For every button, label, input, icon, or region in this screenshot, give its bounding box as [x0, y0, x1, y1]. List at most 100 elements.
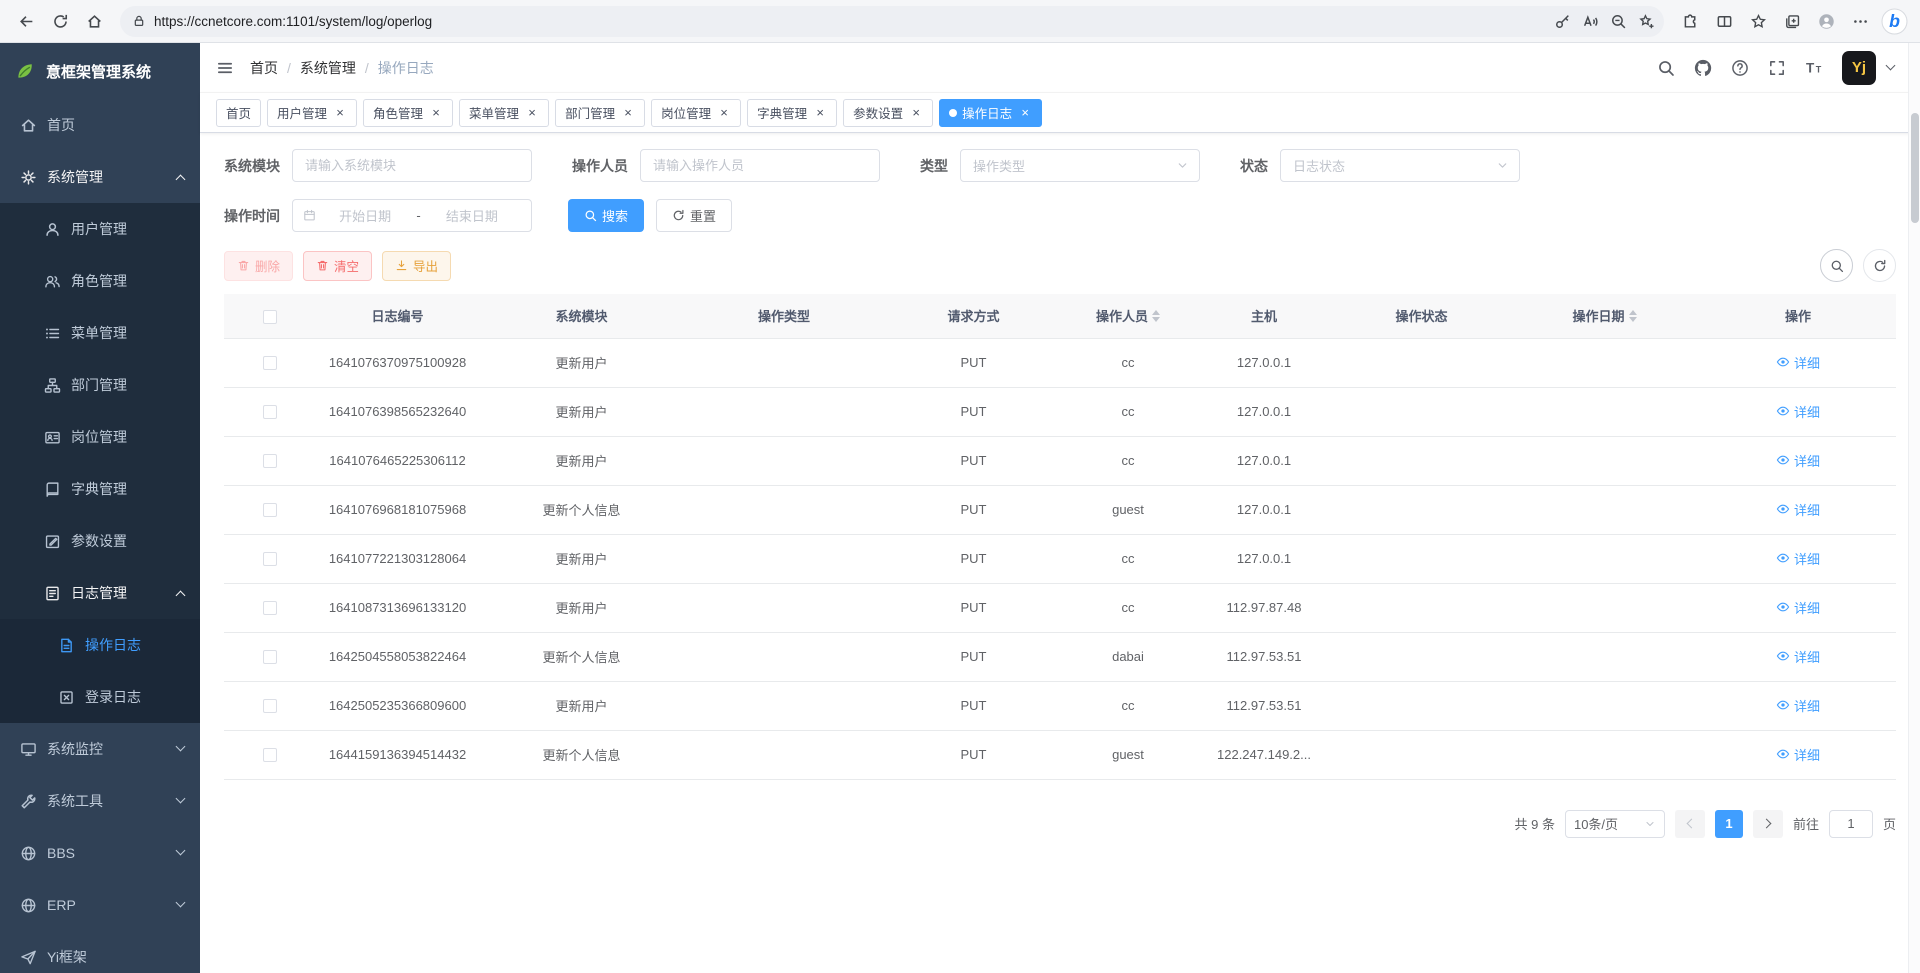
tab[interactable]: 首页	[216, 99, 261, 127]
clear-button[interactable]: 清空	[303, 251, 372, 281]
close-icon[interactable]	[621, 106, 635, 120]
tab[interactable]: 操作日志	[939, 99, 1042, 127]
sidebar-item[interactable]: 用户管理	[0, 203, 200, 255]
sidebar-item[interactable]: 菜单管理	[0, 307, 200, 359]
close-icon[interactable]	[717, 106, 731, 120]
breadcrumb-item[interactable]: 首页	[250, 58, 278, 78]
detail-link[interactable]: 详细	[1776, 745, 1820, 764]
chevron-down-icon[interactable]	[1886, 61, 1896, 71]
row-checkbox[interactable]	[263, 650, 277, 664]
goto-page-input[interactable]	[1829, 810, 1873, 838]
export-button[interactable]: 导出	[382, 251, 451, 281]
extensions-icon[interactable]	[1674, 5, 1706, 37]
refresh-button[interactable]	[1863, 249, 1896, 282]
select-all-checkbox[interactable]	[263, 310, 277, 324]
detail-link[interactable]: 详细	[1776, 353, 1820, 372]
detail-link[interactable]: 详细	[1776, 549, 1820, 568]
search-toggle-button[interactable]	[1820, 249, 1853, 282]
close-icon[interactable]	[1018, 106, 1032, 120]
zoom-out-icon[interactable]	[1604, 7, 1632, 35]
password-key-icon[interactable]	[1548, 7, 1576, 35]
tab[interactable]: 用户管理	[267, 99, 357, 127]
sidebar-item[interactable]: Yi框架	[0, 931, 200, 973]
home-icon[interactable]	[78, 5, 110, 37]
sidebar-item[interactable]: 角色管理	[0, 255, 200, 307]
address-bar[interactable]: https://ccnetcore.com:1101/system/log/op…	[120, 6, 1664, 37]
github-icon[interactable]	[1694, 59, 1712, 77]
close-icon[interactable]	[429, 106, 443, 120]
scrollbar-thumb[interactable]	[1911, 113, 1919, 223]
avatar[interactable]: Yj	[1842, 51, 1876, 85]
sidebar-item[interactable]: 字典管理	[0, 463, 200, 515]
current-page[interactable]: 1	[1715, 810, 1743, 838]
detail-link[interactable]: 详细	[1776, 451, 1820, 470]
sidebar-item[interactable]: ERP	[0, 879, 200, 931]
close-icon[interactable]	[909, 106, 923, 120]
module-input[interactable]	[292, 149, 532, 182]
sidebar-item[interactable]: 参数设置	[0, 515, 200, 567]
row-checkbox[interactable]	[263, 405, 277, 419]
detail-link[interactable]: 详细	[1776, 598, 1820, 617]
sidebar-item[interactable]: 首页	[0, 99, 200, 151]
row-checkbox[interactable]	[263, 503, 277, 517]
reset-button[interactable]: 重置	[656, 199, 732, 232]
sidebar-item[interactable]: 岗位管理	[0, 411, 200, 463]
app-logo[interactable]: 意框架管理系统	[0, 43, 200, 99]
detail-link[interactable]: 详细	[1776, 402, 1820, 421]
tab[interactable]: 角色管理	[363, 99, 453, 127]
prev-page-button[interactable]	[1675, 810, 1705, 838]
hamburger-icon[interactable]	[216, 59, 234, 77]
date-range-picker[interactable]: 开始日期 - 结束日期	[292, 199, 532, 232]
sidebar-item[interactable]: 日志管理	[0, 567, 200, 619]
tab[interactable]: 字典管理	[747, 99, 837, 127]
more-options-icon[interactable]	[1844, 5, 1876, 37]
detail-link[interactable]: 详细	[1776, 647, 1820, 666]
sort-carets-icon[interactable]	[1152, 310, 1160, 322]
row-checkbox[interactable]	[263, 356, 277, 370]
refresh-icon[interactable]	[44, 5, 76, 37]
sort-carets-icon[interactable]	[1629, 310, 1637, 322]
sidebar-item[interactable]: 部门管理	[0, 359, 200, 411]
column-header[interactable]: 操作人员	[1062, 294, 1194, 338]
sidebar-item[interactable]: 系统工具	[0, 775, 200, 827]
close-icon[interactable]	[333, 106, 347, 120]
add-favorite-icon[interactable]	[1632, 7, 1660, 35]
status-select[interactable]: 日志状态	[1280, 149, 1520, 182]
column-header[interactable]: 操作日期	[1509, 294, 1700, 338]
sidebar-item[interactable]: 系统管理	[0, 151, 200, 203]
help-icon[interactable]	[1731, 59, 1749, 77]
sidebar-item[interactable]: BBS	[0, 827, 200, 879]
row-checkbox[interactable]	[263, 748, 277, 762]
copilot-icon[interactable]: b	[1878, 5, 1910, 37]
read-aloud-icon[interactable]	[1576, 7, 1604, 35]
back-icon[interactable]	[10, 5, 42, 37]
row-checkbox[interactable]	[263, 601, 277, 615]
sidebar-item[interactable]: 登录日志	[0, 671, 200, 723]
type-select[interactable]: 操作类型	[960, 149, 1200, 182]
tab[interactable]: 菜单管理	[459, 99, 549, 127]
tab[interactable]: 岗位管理	[651, 99, 741, 127]
row-checkbox[interactable]	[263, 699, 277, 713]
sidebar-item[interactable]: 操作日志	[0, 619, 200, 671]
search-icon[interactable]	[1657, 59, 1675, 77]
detail-link[interactable]: 详细	[1776, 696, 1820, 715]
next-page-button[interactable]	[1753, 810, 1783, 838]
fullscreen-icon[interactable]	[1768, 59, 1786, 77]
search-button[interactable]: 搜索	[568, 199, 644, 232]
breadcrumb-item[interactable]: 系统管理	[300, 58, 356, 78]
page-size-select[interactable]: 10条/页	[1565, 810, 1665, 838]
detail-link[interactable]: 详细	[1776, 500, 1820, 519]
font-size-icon[interactable]: TT	[1805, 59, 1823, 77]
collections-icon[interactable]	[1776, 5, 1808, 37]
sidebar-item[interactable]: 系统监控	[0, 723, 200, 775]
row-checkbox[interactable]	[263, 454, 277, 468]
favorites-icon[interactable]	[1742, 5, 1774, 37]
page-scrollbar[interactable]	[1908, 43, 1920, 973]
row-checkbox[interactable]	[263, 552, 277, 566]
url-text[interactable]: https://ccnetcore.com:1101/system/log/op…	[154, 14, 432, 29]
close-icon[interactable]	[813, 106, 827, 120]
tab[interactable]: 部门管理	[555, 99, 645, 127]
delete-button[interactable]: 删除	[224, 251, 293, 281]
close-icon[interactable]	[525, 106, 539, 120]
operator-input[interactable]	[640, 149, 880, 182]
